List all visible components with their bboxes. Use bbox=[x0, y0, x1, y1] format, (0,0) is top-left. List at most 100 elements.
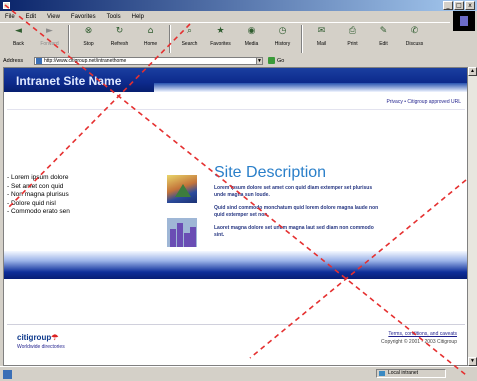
search-button[interactable]: ⌕ Search bbox=[174, 23, 205, 55]
terms-link[interactable]: Terms, conditions, and caveats bbox=[388, 331, 457, 337]
back-label: Back bbox=[12, 41, 25, 47]
menu-favorites[interactable]: Favorites bbox=[71, 14, 96, 20]
discuss-icon: ✆ bbox=[410, 26, 419, 36]
nav-link[interactable]: Dolore quid nisl bbox=[7, 200, 117, 209]
banner-gradient bbox=[154, 83, 467, 92]
home-label: Home bbox=[143, 41, 158, 47]
status-page-icon bbox=[3, 369, 12, 379]
history-label: History bbox=[274, 41, 291, 47]
building-shape bbox=[170, 229, 176, 247]
forward-arrow-icon: ► bbox=[46, 26, 53, 36]
toolbar-separator bbox=[68, 25, 70, 53]
window-system-icon[interactable] bbox=[3, 2, 10, 9]
description-paragraph: Laoret magna dolore set unum magna laut … bbox=[214, 225, 374, 238]
edit-button[interactable]: ✎ Edit bbox=[368, 23, 399, 55]
footer-divider bbox=[7, 324, 465, 325]
forward-button[interactable]: ► Forward bbox=[34, 23, 65, 55]
search-label: Search bbox=[181, 41, 198, 47]
address-dropdown-button[interactable]: ▼ bbox=[256, 57, 263, 65]
citigroup-logo: citigroup☂ bbox=[17, 333, 58, 342]
menu-bar: File Edit View Favorites Tools Help bbox=[0, 12, 477, 22]
site-description-title: Site Description bbox=[214, 164, 327, 181]
go-button[interactable]: Go bbox=[268, 57, 284, 64]
logo-text: citigroup bbox=[17, 333, 52, 342]
forward-label: Forward bbox=[40, 41, 59, 47]
media-button[interactable]: ◉ Media bbox=[236, 23, 267, 55]
menu-file[interactable]: File bbox=[5, 14, 15, 20]
search-icon: ⌕ bbox=[186, 26, 193, 36]
back-button[interactable]: ◄ Back bbox=[3, 23, 34, 55]
nav-link[interactable]: Lorem ipsum dolore bbox=[7, 174, 117, 183]
page-viewport: Intranet Site Name Privacy • Citigroup a… bbox=[3, 67, 468, 366]
scroll-down-button[interactable]: ▼ bbox=[468, 357, 477, 366]
address-bar: Address http://www.citigroup.net/intrane… bbox=[0, 56, 477, 66]
edit-label: Edit bbox=[379, 41, 388, 47]
landscape-image bbox=[167, 175, 197, 203]
banner-title: Intranet Site Name bbox=[16, 74, 122, 88]
discuss-label: Discuss bbox=[405, 41, 424, 47]
home-icon: ⌂ bbox=[147, 26, 154, 36]
title-bar: _ □ x bbox=[0, 0, 477, 11]
divider bbox=[7, 109, 465, 110]
media-icon: ◉ bbox=[247, 26, 256, 36]
back-arrow-icon: ◄ bbox=[15, 26, 22, 36]
zone-label: Local intranet bbox=[388, 370, 419, 376]
favorites-label: Favorites bbox=[210, 41, 231, 47]
history-icon: ◷ bbox=[278, 26, 287, 36]
nav-link[interactable]: Commodo erato sen bbox=[7, 208, 117, 217]
window-controls: _ □ x bbox=[443, 1, 475, 10]
home-button[interactable]: ⌂ Home bbox=[135, 23, 166, 55]
stop-label: Stop bbox=[83, 41, 94, 47]
scroll-up-button[interactable]: ▲ bbox=[468, 67, 477, 76]
city-buildings-image bbox=[167, 218, 197, 247]
stop-button[interactable]: ⊗ Stop bbox=[73, 23, 104, 55]
refresh-label: Refresh bbox=[110, 41, 129, 47]
minimize-button[interactable]: _ bbox=[443, 1, 453, 10]
building-shape bbox=[190, 227, 196, 247]
print-button[interactable]: ⎙ Print bbox=[337, 23, 368, 55]
nav-link[interactable]: Set amet con quid bbox=[7, 183, 117, 192]
nav-link[interactable]: Non magna plurisus bbox=[7, 191, 117, 200]
go-arrow-icon bbox=[268, 57, 275, 64]
left-navigation: Lorem ipsum dolore Set amet con quid Non… bbox=[7, 174, 117, 217]
refresh-button[interactable]: ↻ Refresh bbox=[104, 23, 135, 55]
building-shape bbox=[177, 223, 183, 247]
site-banner: Intranet Site Name bbox=[4, 68, 467, 92]
blue-gradient-band bbox=[4, 251, 467, 279]
vertical-scrollbar[interactable]: ▲ ▼ bbox=[468, 67, 477, 366]
discuss-button[interactable]: ✆ Discuss bbox=[399, 23, 430, 55]
address-value: http://www.citigroup.net/intranethome bbox=[44, 58, 127, 64]
page-icon bbox=[36, 58, 42, 64]
mail-icon: ✉ bbox=[317, 26, 326, 36]
favorites-button[interactable]: ★ Favorites bbox=[205, 23, 236, 55]
toolbar-separator bbox=[301, 25, 303, 53]
menu-help[interactable]: Help bbox=[132, 14, 144, 20]
top-links[interactable]: Privacy • Citigroup approved URL bbox=[386, 99, 461, 105]
edit-icon: ✎ bbox=[379, 26, 388, 36]
intranet-zone-icon bbox=[379, 371, 385, 376]
description-paragraph: Lorem ipsum dolore set amet con quid dia… bbox=[214, 185, 373, 198]
maximize-button[interactable]: □ bbox=[454, 1, 464, 10]
go-label: Go bbox=[277, 57, 285, 64]
browser-window: _ □ x File Edit View Favorites Tools Hel… bbox=[0, 0, 477, 381]
toolbar-separator bbox=[169, 25, 171, 53]
favorites-icon: ★ bbox=[216, 26, 225, 36]
refresh-icon: ↻ bbox=[115, 26, 124, 36]
print-icon: ⎙ bbox=[348, 26, 357, 36]
menu-tools[interactable]: Tools bbox=[107, 14, 121, 20]
history-button[interactable]: ◷ History bbox=[267, 23, 298, 55]
umbrella-icon: ☂ bbox=[51, 333, 59, 342]
mail-label: Mail bbox=[316, 41, 327, 47]
copyright-text: Copyright © 2001 - 2003 Citigroup bbox=[381, 339, 457, 345]
security-zone: Local intranet bbox=[376, 369, 446, 378]
footer-link-left[interactable]: Worldwide directories bbox=[17, 344, 65, 350]
description-paragraph: Quid sind commodo monchatum quid lorem d… bbox=[214, 205, 379, 218]
address-input[interactable]: http://www.citigroup.net/intranethome bbox=[34, 57, 262, 65]
stop-icon: ⊗ bbox=[84, 26, 93, 36]
address-label: Address bbox=[3, 58, 24, 64]
close-button[interactable]: x bbox=[465, 1, 475, 10]
toolbar: ◄ Back ► Forward ⊗ Stop ↻ Refresh ⌂ Home… bbox=[0, 22, 450, 56]
menu-edit[interactable]: Edit bbox=[26, 14, 36, 20]
menu-view[interactable]: View bbox=[47, 14, 60, 20]
mail-button[interactable]: ✉ Mail bbox=[306, 23, 337, 55]
